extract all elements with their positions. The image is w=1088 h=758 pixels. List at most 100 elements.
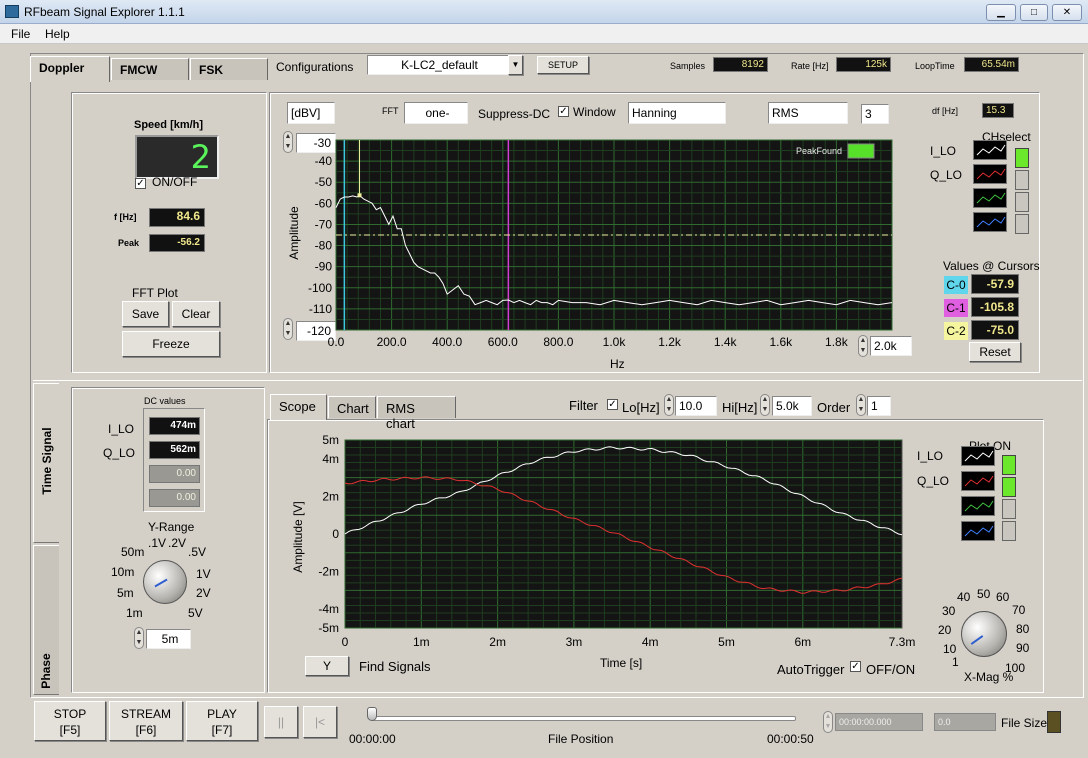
window-title: RFbeam Signal Explorer 1.1.1 xyxy=(24,5,185,19)
menu-file[interactable]: File xyxy=(11,27,30,41)
minimize-button[interactable]: ▁ xyxy=(986,4,1016,21)
dc-qlo-value: 562m xyxy=(149,441,200,459)
filter-order-spinner[interactable]: ▲ ▼ xyxy=(856,394,866,416)
rewind-button[interactable]: |< xyxy=(303,706,337,738)
filter-checkbox[interactable]: ✓ xyxy=(607,399,618,410)
maximize-button[interactable]: □ xyxy=(1020,4,1048,21)
tab-scope[interactable]: Scope xyxy=(270,394,327,420)
tab-doppler[interactable]: Doppler xyxy=(30,56,110,82)
filter-lo-spinner[interactable]: ▲ ▼ xyxy=(664,394,674,416)
fft-xtick: 1.4k xyxy=(714,335,738,349)
file-position-slider[interactable] xyxy=(367,707,377,721)
ch-toggle-2[interactable] xyxy=(1015,170,1029,190)
plot-toggle-1[interactable] xyxy=(1002,455,1016,475)
yrange-2v-dec: .2V xyxy=(168,536,187,550)
rms-count-field[interactable]: 3 xyxy=(861,104,889,124)
yrange-field[interactable]: 5m xyxy=(146,629,191,649)
freeze-button[interactable]: Freeze xyxy=(122,331,220,357)
filter-hi-spinner[interactable]: ▲ ▼ xyxy=(760,394,770,416)
plot-toggle-2[interactable] xyxy=(1002,477,1016,497)
ymax-spinner[interactable]: ▲ ▼ xyxy=(283,131,293,153)
ymin-spinner[interactable]: ▲ ▼ xyxy=(283,318,293,340)
scope-xtick: 0 xyxy=(342,635,349,649)
yrange-knob[interactable] xyxy=(143,560,187,604)
ch-toggle-4[interactable] xyxy=(1015,214,1029,234)
autotrigger-onoff-label: OFF/ON xyxy=(866,662,916,677)
fft-xtick: 0.0 xyxy=(328,335,345,349)
config-dropdown-icon[interactable]: ▼ xyxy=(508,55,523,75)
xmag-knob[interactable] xyxy=(961,611,1007,657)
plot-legend-4 xyxy=(961,521,995,541)
unit-field[interactable]: [dBV] xyxy=(287,102,335,124)
number-field[interactable]: 0.0 xyxy=(934,713,996,731)
ch-toggle-1[interactable] xyxy=(1015,148,1029,168)
stream-label: STREAM xyxy=(120,707,171,721)
side-tab-time[interactable]: Time Signal xyxy=(33,383,59,543)
stop-button[interactable]: STOP [F5] xyxy=(34,701,106,741)
xmag-70: 70 xyxy=(1012,603,1026,617)
tab-fsk[interactable]: FSK xyxy=(190,58,268,80)
plot-toggle-3[interactable] xyxy=(1002,499,1016,519)
cursor-c0-value: -57.9 xyxy=(971,274,1019,294)
df-value: 15.3 xyxy=(982,103,1014,118)
speed-label: Speed [km/h] xyxy=(134,119,204,131)
tab-chart[interactable]: Chart xyxy=(328,396,376,418)
xmag-80: 80 xyxy=(1016,622,1030,636)
save-button[interactable]: Save xyxy=(122,301,169,327)
ch-legend-3 xyxy=(973,188,1007,208)
ch-legend-4 xyxy=(973,212,1007,232)
close-button[interactable]: ✕ xyxy=(1052,4,1082,21)
fft-ytick: -110 xyxy=(309,302,332,316)
setup-button[interactable]: SETUP xyxy=(537,56,589,74)
filter-lo-field[interactable]: 10.0 xyxy=(675,396,717,416)
stream-key: [F6] xyxy=(135,723,157,737)
df-label: df [Hz] xyxy=(932,106,959,116)
plot-toggle-4[interactable] xyxy=(1002,521,1016,541)
find-signals-label[interactable]: Find Signals xyxy=(359,659,431,674)
rate-value: 125k xyxy=(836,57,891,72)
fft-xtick: 1.6k xyxy=(769,335,793,349)
speed-onoff-checkbox[interactable]: ✓ xyxy=(135,178,146,189)
freq-value: 84.6 xyxy=(149,208,205,227)
pause-button[interactable]: || xyxy=(264,706,298,738)
play-button[interactable]: PLAY [F7] xyxy=(186,701,258,741)
side-tab-time-label: Time Signal xyxy=(40,427,54,495)
side-tab-phase[interactable]: Phase xyxy=(33,545,59,695)
fft-peak-marker xyxy=(357,193,362,198)
autotrigger-checkbox[interactable]: ✓ xyxy=(850,661,861,672)
tab-fmcw[interactable]: FMCW xyxy=(111,58,189,80)
tab-rms-chart[interactable]: RMS chart xyxy=(377,396,456,431)
play-label: PLAY xyxy=(207,707,237,721)
speed-onoff-label: ON/OFF xyxy=(152,175,198,189)
fft-xtick: 200.0 xyxy=(377,335,407,349)
ch-toggle-3[interactable] xyxy=(1015,192,1029,212)
fft-chart: PeakFound -40 -50 -60 -70 -80 -90 -100 -110 0.0 20… xyxy=(308,139,893,349)
rms-field[interactable]: RMS xyxy=(768,102,848,124)
time-spinner[interactable]: ▲ ▼ xyxy=(823,711,833,733)
filter-order-field[interactable]: 1 xyxy=(867,396,891,416)
cursor-c2-label: C-2 xyxy=(944,322,968,340)
window-field[interactable]: Hanning xyxy=(628,102,726,124)
time-field[interactable]: 00:00:00.000 xyxy=(835,713,923,731)
stream-button[interactable]: STREAM [F6] xyxy=(109,701,183,741)
yrange-spinner[interactable]: ▲ ▼ xyxy=(134,627,144,649)
fft-ytick: -40 xyxy=(315,154,333,168)
window-label: Window xyxy=(573,105,616,119)
fft-plot-label: FFT Plot xyxy=(132,286,178,300)
fft-mode-field[interactable]: one- xyxy=(404,102,468,124)
menu-help[interactable]: Help xyxy=(45,27,70,41)
window-checkbox[interactable]: ✓ xyxy=(558,106,569,117)
file-position-track[interactable] xyxy=(371,716,796,721)
scope-ytick: 5m xyxy=(322,434,339,447)
config-select[interactable]: K-LC2_default xyxy=(367,55,509,75)
clear-button[interactable]: Clear xyxy=(172,301,220,327)
app-icon xyxy=(5,5,19,18)
yrange-1v-dec: .1V xyxy=(148,536,167,550)
plot-on-ilo-label: I_LO xyxy=(917,449,944,463)
scope-ytick: -5m xyxy=(318,621,339,635)
filter-hi-field[interactable]: 5.0k xyxy=(772,396,812,416)
reset-button[interactable]: Reset xyxy=(969,342,1021,362)
fft-label: FFT xyxy=(382,106,399,116)
xmag-knob-pointer xyxy=(970,635,984,645)
y-button[interactable]: Y xyxy=(305,656,349,676)
